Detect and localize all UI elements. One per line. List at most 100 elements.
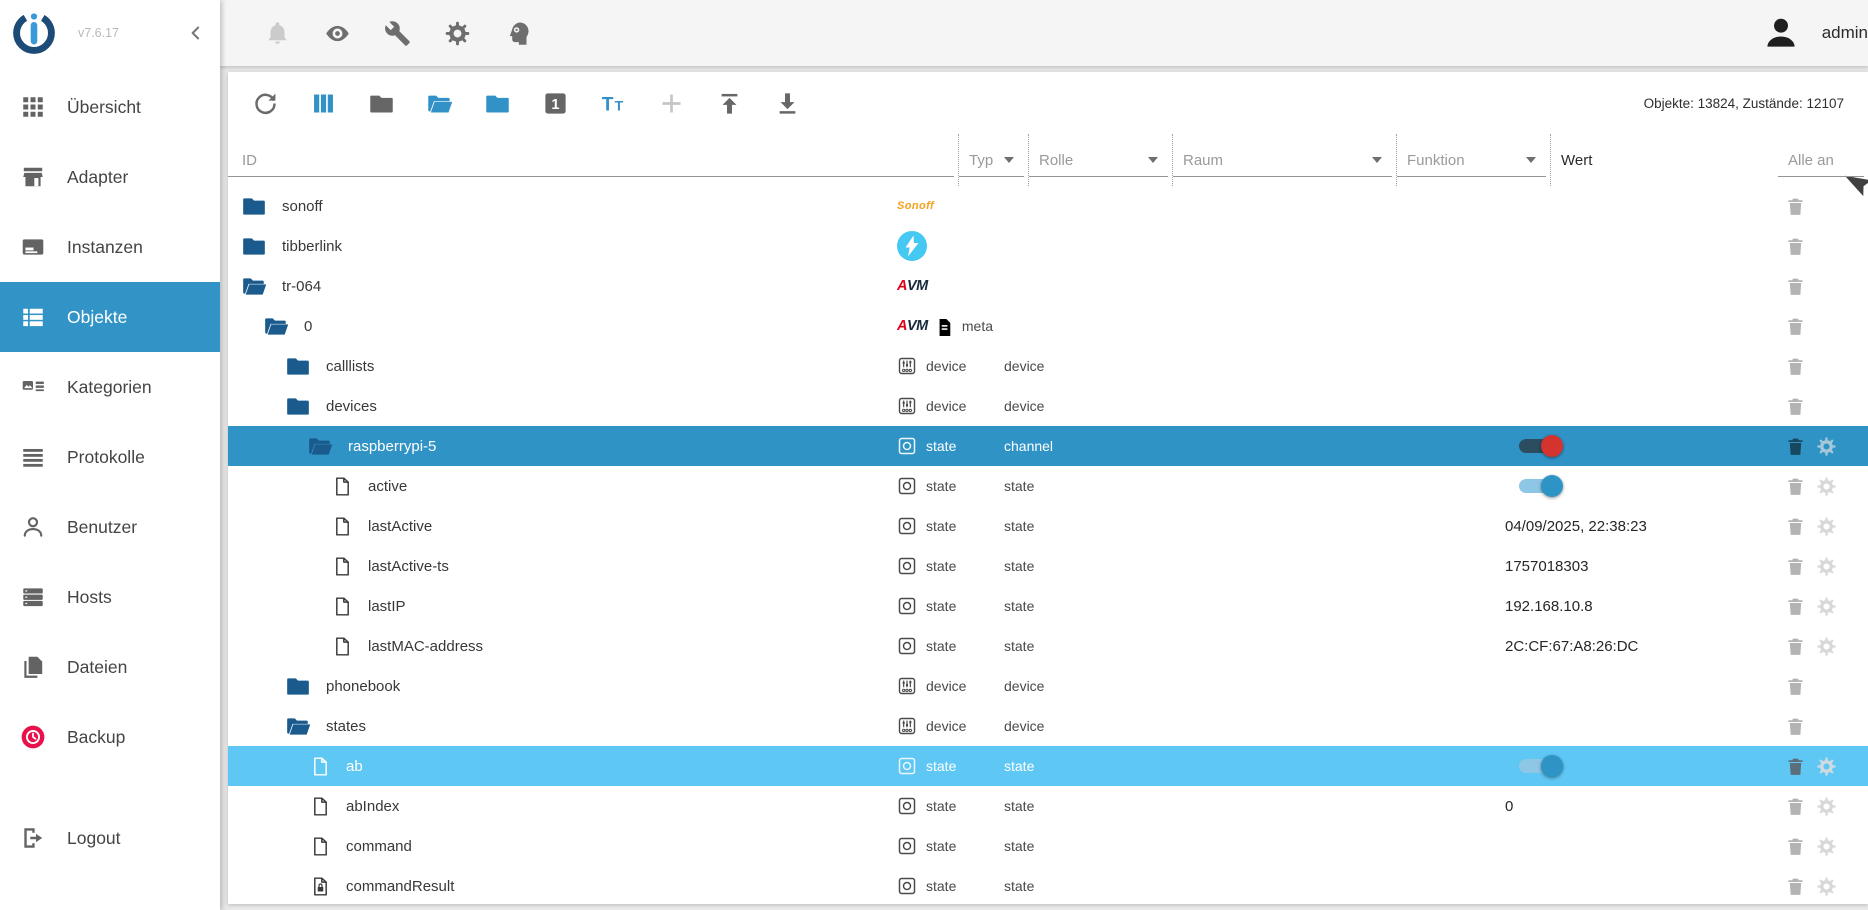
trash-icon[interactable] (1785, 396, 1806, 417)
sidebar-item-adapter[interactable]: Adapter (0, 142, 220, 212)
object-row[interactable]: 0AVMmeta (228, 306, 1868, 346)
doc-icon[interactable] (310, 756, 331, 777)
doc-icon[interactable] (332, 516, 353, 537)
trash-icon[interactable] (1785, 596, 1806, 617)
toolbar-add-object-button[interactable] (658, 90, 685, 117)
toolbar-show-names-button[interactable] (600, 90, 627, 117)
object-row[interactable]: lastActivestatestate04/09/2025, 22:38:23 (228, 506, 1868, 546)
trash-icon[interactable] (1785, 236, 1806, 257)
folder-icon[interactable] (241, 233, 267, 259)
toolbar-collapse-all-button[interactable] (368, 90, 395, 117)
trash-icon[interactable] (1785, 316, 1806, 337)
filter-rolle[interactable]: Rolle (1028, 134, 1172, 186)
sidebar-item-backup[interactable]: Backup (0, 702, 220, 772)
doc-icon[interactable] (332, 636, 353, 657)
trash-icon[interactable] (1785, 196, 1806, 217)
folder-open-icon[interactable] (307, 433, 333, 459)
user-box[interactable]: admin (1762, 14, 1868, 52)
sidebar-item-übersicht[interactable]: Übersicht (0, 72, 220, 142)
folder-icon[interactable] (241, 193, 267, 219)
filter-typ[interactable]: Typ (958, 134, 1028, 186)
trash-icon[interactable] (1785, 676, 1806, 697)
object-row[interactable]: tibberlink (228, 226, 1868, 266)
id-filter-input[interactable] (228, 152, 922, 169)
object-row[interactable]: lastIPstatestate192.168.10.8 (228, 586, 1868, 626)
doc-icon[interactable] (332, 556, 353, 577)
sidebar-item-logout[interactable]: Logout (0, 803, 220, 873)
object-row[interactable]: calllistsdevicedevice (228, 346, 1868, 386)
trash-icon[interactable] (1785, 516, 1806, 537)
trash-icon[interactable] (1785, 436, 1806, 457)
object-row[interactable]: lastMAC-addressstatestate2C:CF:67:A8:26:… (228, 626, 1868, 666)
gear-icon[interactable] (1816, 476, 1837, 497)
object-row[interactable]: sonoffSonoff (228, 186, 1868, 226)
gear-icon[interactable] (1816, 636, 1837, 657)
gear-icon[interactable] (1816, 516, 1837, 537)
folder-icon[interactable] (285, 393, 311, 419)
doc-icon[interactable] (332, 476, 353, 497)
sidebar-item-protokolle[interactable]: Protokolle (0, 422, 220, 492)
toolbar-columns-button[interactable] (310, 90, 337, 117)
doc-icon[interactable] (332, 596, 353, 617)
doc-icon[interactable] (310, 796, 331, 817)
expert-mode-icon[interactable] (504, 20, 531, 47)
filter-raum[interactable]: Raum (1172, 134, 1396, 186)
object-row[interactable]: devicesdevicedevice (228, 386, 1868, 426)
gear-icon[interactable] (1816, 796, 1837, 817)
toolbar-expand-all-button[interactable] (426, 90, 453, 117)
object-row[interactable]: statesdevicedevice (228, 706, 1868, 746)
toolbar-expand-level-1-button[interactable] (542, 90, 569, 117)
trash-icon[interactable] (1785, 836, 1806, 857)
visibility-eye-icon[interactable] (324, 20, 351, 47)
object-row[interactable]: phonebookdevicedevice (228, 666, 1868, 706)
value-toggle[interactable] (1517, 473, 1563, 499)
toolbar-refresh-button[interactable] (252, 90, 279, 117)
value-toggle[interactable] (1517, 433, 1563, 459)
folder-open-icon[interactable] (241, 273, 267, 299)
sidebar-item-kategorien[interactable]: Kategorien (0, 352, 220, 422)
trash-icon[interactable] (1785, 876, 1806, 897)
folder-icon[interactable] (285, 353, 311, 379)
doc-lock-icon[interactable] (310, 876, 331, 897)
object-row[interactable]: commandstatestate (228, 826, 1868, 866)
build-wrench-icon[interactable] (384, 20, 411, 47)
folder-icon[interactable] (285, 673, 311, 699)
gear-icon[interactable] (1816, 556, 1837, 577)
object-row[interactable]: commandResultstatestate (228, 866, 1868, 904)
object-row[interactable]: tr-064AVM (228, 266, 1868, 306)
object-row[interactable]: raspberrypi-5statechannel (228, 426, 1868, 466)
sidebar-item-objekte[interactable]: Objekte (0, 282, 220, 352)
filter-funktion[interactable]: Funktion (1396, 134, 1550, 186)
sidebar-item-benutzer[interactable]: Benutzer (0, 492, 220, 562)
object-row[interactable]: lastActive-tsstatestate1757018303 (228, 546, 1868, 586)
settings-gear-icon[interactable] (444, 20, 471, 47)
doc-icon[interactable] (310, 836, 331, 857)
trash-icon[interactable] (1785, 276, 1806, 297)
folder-open-icon[interactable] (263, 313, 289, 339)
object-row[interactable]: abstatestate (228, 746, 1868, 786)
trash-icon[interactable] (1785, 716, 1806, 737)
filter-buttons-all[interactable]: Alle an (1778, 134, 1868, 186)
gear-icon[interactable] (1816, 436, 1837, 457)
object-row[interactable]: activestatestate (228, 466, 1868, 506)
collapse-sidebar-icon[interactable] (186, 23, 206, 43)
value-toggle[interactable] (1517, 753, 1563, 779)
folder-open-icon[interactable] (285, 713, 311, 739)
gear-icon[interactable] (1816, 756, 1837, 777)
gear-icon[interactable] (1816, 876, 1837, 897)
filter-id[interactable] (228, 134, 958, 186)
gear-icon[interactable] (1816, 596, 1837, 617)
trash-icon[interactable] (1785, 756, 1806, 777)
trash-icon[interactable] (1785, 476, 1806, 497)
toolbar-export-button[interactable] (716, 90, 743, 117)
sidebar-item-instanzen[interactable]: Instanzen (0, 212, 220, 282)
trash-icon[interactable] (1785, 796, 1806, 817)
trash-icon[interactable] (1785, 556, 1806, 577)
toolbar-collapse-lowest-button[interactable] (484, 90, 511, 117)
toolbar-import-button[interactable] (774, 90, 801, 117)
trash-icon[interactable] (1785, 636, 1806, 657)
object-row[interactable]: abIndexstatestate0 (228, 786, 1868, 826)
gear-icon[interactable] (1816, 836, 1837, 857)
sidebar-item-hosts[interactable]: Hosts (0, 562, 220, 632)
trash-icon[interactable] (1785, 356, 1806, 377)
